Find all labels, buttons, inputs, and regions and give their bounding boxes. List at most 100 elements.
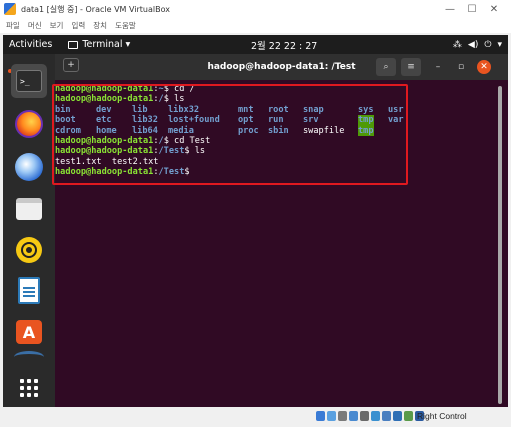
new-tab-button[interactable]: + [63,58,79,72]
ls-entry-dir: media [168,125,194,136]
dock-rhythmbox[interactable] [11,233,47,267]
dock-software[interactable]: A [11,315,47,349]
ls-entry-file: swapfile [303,125,345,136]
apps-grid-icon [20,379,38,397]
hamburger-menu-button[interactable]: ≡ [401,58,421,76]
ls-output-row: bin dev lib libx32 mnt root snap sys usr [55,105,508,115]
vbox-menu-machine[interactable]: 머신 [28,20,42,31]
rhythmbox-icon [16,237,42,263]
ls-entry-dir: lost+found [168,115,220,126]
ls-entry-dir: lib64 [132,125,158,136]
command-text: $ cd / [163,84,195,94]
command-text: $ cd Test [163,135,211,146]
clock[interactable]: 2월 22 22 : 27 [251,38,317,52]
shared-folder-icon[interactable] [371,411,380,421]
ls-entry-dir: home [96,125,117,136]
vbox-statusbar: Right Control [0,407,511,427]
network-adapter-icon[interactable] [349,411,358,421]
ls-output-row: boot etc lib32 lost+found opt run srv tm… [55,115,508,126]
dock-files[interactable] [11,192,47,226]
vbox-menu-devices[interactable]: 장치 [93,20,107,31]
search-button[interactable]: ⌕ [376,58,396,76]
ls-entry-dir: etc [96,115,112,126]
network-icon: ⁂ [452,39,462,50]
terminal-line: hadoop@hadoop-data1:/Test$ [55,167,508,177]
prompt-user: hadoop@hadoop-data1 [55,167,154,178]
minimize-button[interactable]: – [428,58,448,76]
ls-entry-dir: srv [303,115,319,126]
command-text: $ ls [163,94,185,105]
dock-writer[interactable] [11,273,47,307]
dock-firefox[interactable] [11,107,47,141]
maximize-button[interactable]: ▫ [451,58,471,76]
ls-entry-dir: sys [358,104,374,115]
gnome-top-bar: Activities Terminal ▾ 2월 22 22 : 27 ⁂ ◀)… [3,35,508,54]
vbox-window-controls: — ☐ ✕ [439,0,505,18]
hard-disk-icon[interactable] [316,411,325,421]
ls-entry-sticky-dir: tmp [358,115,374,126]
ls-entry-dir: boot [55,115,76,126]
ls-entry-dir: dev [96,104,112,115]
prompt-user: hadoop@hadoop-data1 [55,94,154,105]
terminal-scrollbar[interactable] [498,86,502,404]
cpu-activity-icon[interactable] [404,411,413,421]
terminal-line: hadoop@hadoop-data1:/$ ls [55,94,508,104]
vbox-menu-input[interactable]: 입력 [71,20,85,31]
vbox-close-button[interactable]: ✕ [483,0,505,18]
terminal-line: hadoop@hadoop-data1:/Test$ ls [55,146,508,156]
ls-entry-dir: run [268,115,284,126]
dock-thunderbird[interactable] [11,150,47,184]
host-key-label: Right Control [417,411,467,421]
help-icon [14,351,44,363]
usb-icon[interactable] [360,411,369,421]
terminal-window: + hadoop@hadoop-data1: /Test ⌕ ≡ – ▫ ✕ h… [55,54,508,407]
vbox-window-title: data1 [실행 중] - Oracle VM VirtualBox [21,4,170,14]
ls-entry-dir: lib [132,104,148,115]
vbox-minimize-button[interactable]: — [439,0,461,18]
ls-entry-dir: proc [238,125,259,136]
vbox-menu-file[interactable]: 파일 [6,20,20,31]
ls-entry-dir: lib32 [132,115,158,126]
optical-drive-icon[interactable] [327,411,336,421]
thunderbird-icon [15,153,43,181]
system-tray[interactable]: ⁂ ◀) ⏻ ▾ [447,40,502,50]
vbox-maximize-button[interactable]: ☐ [461,0,483,18]
virtualbox-window: data1 [실행 중] - Oracle VM VirtualBox — ☐ … [0,0,511,427]
virtualbox-logo-icon [4,3,16,15]
terminal-output[interactable]: hadoop@hadoop-data1:~$ cd / hadoop@hadoo… [55,80,508,407]
ls-entry-dir: mnt [238,104,254,115]
ls-entry-dir: root [268,104,289,115]
volume-icon: ◀) [467,39,479,50]
terminal-headerbar: + hadoop@hadoop-data1: /Test ⌕ ≡ – ▫ ✕ [55,54,508,80]
video-capture-icon[interactable] [393,411,402,421]
terminal-line: hadoop@hadoop-data1:/$ cd Test [55,136,508,146]
audio-icon[interactable] [338,411,347,421]
display-icon[interactable] [382,411,391,421]
firefox-icon [15,110,43,138]
app-menu-button[interactable]: Terminal ▾ [68,39,130,50]
ls-output-row: cdrom home lib64 media proc sbin swapfil… [55,125,508,136]
ubuntu-dock: >_ A [3,54,55,407]
prompt-path: /Test [158,146,185,157]
dock-terminal[interactable]: >_ [11,64,47,98]
vbox-status-icons [316,411,426,421]
prompt-user: hadoop@hadoop-data1 [55,84,154,94]
prompt-user: hadoop@hadoop-data1 [55,135,154,146]
show-applications-button[interactable] [11,371,47,405]
libreoffice-writer-icon [18,276,40,304]
dock-help[interactable] [11,350,47,364]
ls-entry-dir: opt [238,115,254,126]
vbox-menu-help[interactable]: 도움말 [115,20,136,31]
terminal-app-icon [68,40,79,49]
vbox-titlebar: data1 [실행 중] - Oracle VM VirtualBox — ☐ … [0,0,511,18]
ls-entry-dir: var [388,115,404,126]
terminal-line: hadoop@hadoop-data1:~$ cd / [55,84,508,94]
ls-entry-dir: snap [303,104,324,115]
vbox-menu-view[interactable]: 보기 [50,20,64,31]
chevron-down-icon: ▾ [497,39,502,50]
terminal-icon: >_ [16,70,42,92]
vbox-menubar: 파일 머신 보기 입력 장치 도움말 [0,18,511,33]
close-button[interactable]: ✕ [477,60,491,74]
files-icon [16,198,42,220]
activities-button[interactable]: Activities [9,39,52,50]
